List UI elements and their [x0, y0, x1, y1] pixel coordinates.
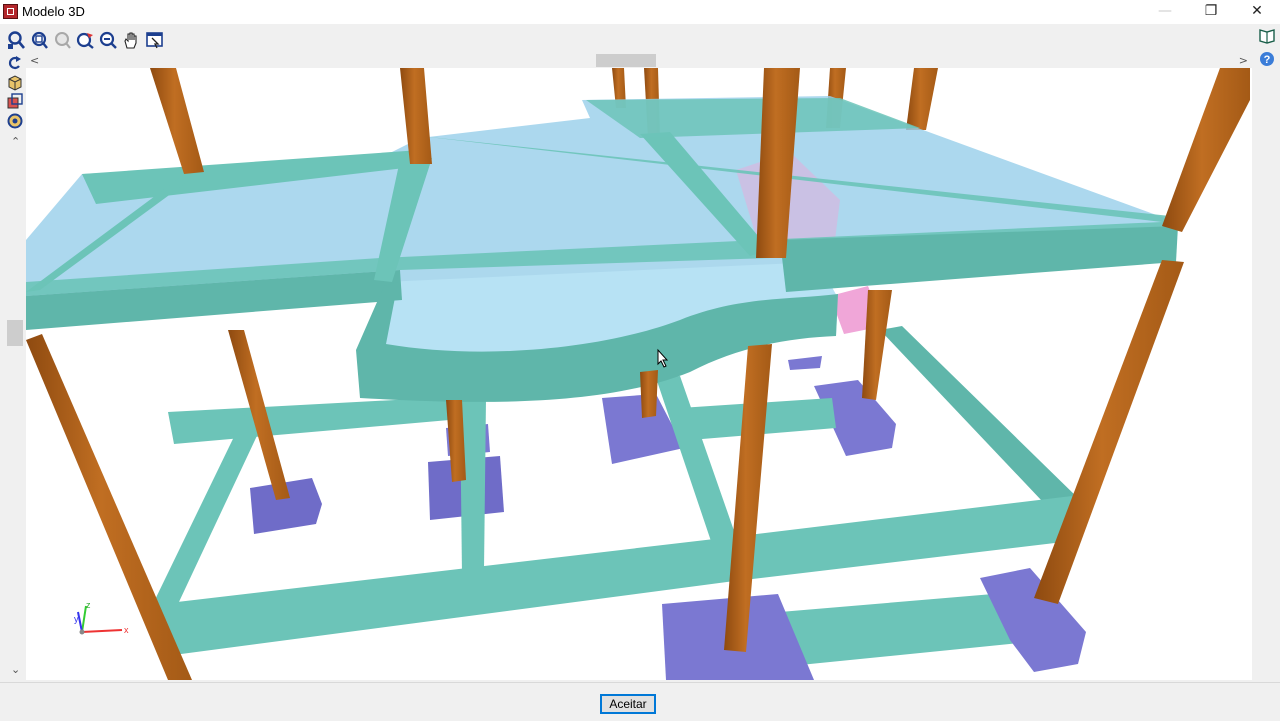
accept-button[interactable]: Aceitar: [600, 694, 656, 714]
footer-bar: Aceitar: [0, 682, 1280, 721]
svg-text:?: ?: [1264, 54, 1271, 66]
horizontal-scroll-thumb[interactable]: [596, 54, 656, 67]
rotate-view-icon[interactable]: [75, 30, 95, 50]
book-icon[interactable]: [1258, 26, 1276, 44]
eye-settings-icon[interactable]: [6, 112, 24, 130]
help-icon[interactable]: ?: [1258, 50, 1276, 68]
model-3d-viewport[interactable]: x z y: [26, 68, 1252, 680]
zoom-disabled-icon: [52, 30, 72, 50]
horizontal-scrollbar[interactable]: < >: [26, 54, 1252, 67]
pan-hand-icon[interactable]: [121, 30, 141, 50]
lower-beam-8: [740, 496, 1080, 580]
toolbar: [0, 26, 1280, 54]
column-10: [1034, 260, 1184, 604]
axis-x-label: x: [124, 625, 129, 635]
column-bg-4: [906, 68, 938, 130]
lower-beam-1: [168, 396, 472, 444]
view-select-icon[interactable]: [145, 30, 165, 50]
lower-beam-6: [656, 376, 740, 556]
minimize-button[interactable]: —: [1142, 0, 1188, 24]
scroll-up-arrow-icon[interactable]: ⌃: [11, 135, 20, 148]
axis-gizmo: x z y: [74, 600, 129, 635]
footing-5: [788, 356, 822, 370]
app-icon: [3, 4, 18, 19]
column-4: [1162, 68, 1250, 232]
restore-button[interactable]: ❐: [1188, 0, 1234, 24]
lower-beam-7: [160, 536, 742, 656]
zoom-out-icon[interactable]: [98, 30, 118, 50]
axis-z-label: z: [86, 600, 91, 610]
vertical-scrollbar[interactable]: ⌃ ⌄: [6, 135, 24, 680]
cube-icon[interactable]: [6, 73, 24, 91]
structure-drawing: x z y: [26, 68, 1250, 680]
scroll-left-arrow-icon[interactable]: <: [30, 54, 39, 67]
scroll-down-arrow-icon[interactable]: ⌄: [11, 663, 20, 676]
zoom-window-icon[interactable]: [29, 30, 49, 50]
rotate-icon[interactable]: [6, 54, 24, 72]
title-bar: Modelo 3D — ❐ ✕: [0, 0, 1280, 24]
column-11: [26, 334, 192, 680]
scroll-right-arrow-icon[interactable]: >: [1239, 54, 1248, 67]
window-title: Modelo 3D: [22, 4, 85, 19]
column-1: [150, 68, 204, 174]
lower-beam-5: [460, 398, 486, 576]
close-button[interactable]: ✕: [1234, 0, 1280, 24]
right-toolbar: ?: [1252, 26, 1280, 680]
column-7: [640, 370, 658, 418]
layers-icon[interactable]: [6, 92, 24, 110]
zoom-extents-icon[interactable]: [6, 30, 26, 50]
lower-beam-3: [880, 326, 1080, 520]
axis-y-label: y: [74, 614, 79, 624]
vertical-scroll-thumb[interactable]: [7, 320, 23, 346]
